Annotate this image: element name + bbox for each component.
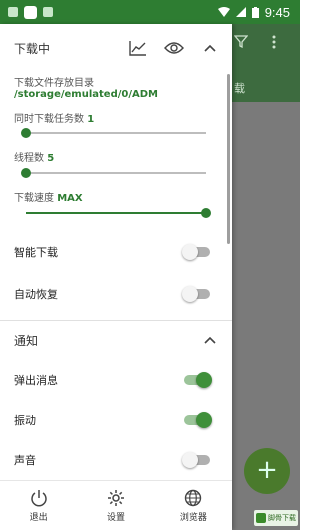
app-notification-icon: [24, 5, 37, 19]
auto-resume-switch[interactable]: [182, 286, 210, 302]
status-bar: 9:45: [0, 0, 300, 24]
download-section-header: 下载中: [0, 26, 232, 70]
scrollbar[interactable]: [227, 74, 230, 244]
concurrent-tasks-slider[interactable]: [21, 127, 206, 139]
slider-track: [26, 172, 206, 174]
auto-resume-label: 自动恢复: [14, 288, 58, 301]
watermark: 脚骨下载: [254, 510, 298, 526]
smart-download-label: 智能下载: [14, 246, 58, 259]
slider-track: [26, 132, 206, 134]
slider-fill: [26, 212, 206, 214]
storage-dir-label: 下载文件存放目录: [14, 78, 94, 89]
power-icon: [30, 489, 47, 506]
chevron-up-icon[interactable]: [200, 38, 220, 58]
signal-icon: [235, 7, 246, 17]
background-app: 载 + 脚骨下载: [232, 24, 300, 530]
vibrate-row[interactable]: 振动: [0, 398, 232, 442]
exit-label: 退出: [29, 512, 48, 523]
sound-label: 声音: [14, 454, 36, 467]
chevron-up-icon[interactable]: [200, 330, 220, 350]
vibrate-label: 振动: [14, 414, 36, 427]
vibrate-switch[interactable]: [184, 412, 212, 428]
background-tab-label: 载: [234, 82, 245, 95]
download-speed-label-text: 下载速度: [14, 193, 54, 204]
switch-thumb: [182, 452, 198, 468]
popup-message-row[interactable]: 弹出消息: [0, 358, 232, 402]
download-section-title: 下载中: [14, 41, 51, 56]
globe-icon: [185, 489, 202, 506]
threads-slider[interactable]: [21, 167, 206, 179]
add-fab-button: +: [244, 448, 290, 494]
eye-icon[interactable]: [164, 38, 184, 58]
background-header: 载: [232, 24, 300, 102]
slider-thumb[interactable]: [21, 168, 31, 178]
popup-message-switch[interactable]: [184, 372, 212, 388]
watermark-text: 脚骨下载: [268, 514, 296, 522]
smart-download-switch[interactable]: [182, 244, 210, 260]
slider-thumb[interactable]: [21, 128, 31, 138]
download-speed-slider[interactable]: [26, 207, 211, 219]
battery-icon: [251, 6, 259, 18]
threads-label: 线程数 5: [14, 149, 54, 164]
filter-icon: [233, 34, 249, 52]
threads-label-text: 线程数: [14, 153, 44, 164]
switch-thumb: [182, 244, 198, 260]
concurrent-tasks-label: 同时下载任务数 1: [14, 110, 94, 125]
bottom-nav: 退出 设置 浏览器: [0, 480, 232, 530]
concurrent-tasks-label-text: 同时下载任务数: [14, 114, 84, 125]
status-time: 9:45: [264, 4, 290, 20]
threads-value: 5: [47, 153, 55, 164]
gear-icon: [107, 489, 124, 506]
more-icon: [272, 34, 276, 53]
switch-thumb: [196, 372, 212, 388]
switch-thumb: [196, 412, 212, 428]
wifi-icon: [217, 7, 230, 17]
auto-resume-row[interactable]: 自动恢复: [0, 272, 232, 316]
exit-button[interactable]: 退出: [0, 481, 77, 530]
download-speed-value: MAX: [57, 193, 83, 204]
browser-button[interactable]: 浏览器: [155, 481, 232, 530]
chart-icon[interactable]: [128, 38, 148, 58]
settings-button[interactable]: 设置: [77, 481, 154, 530]
browser-label: 浏览器: [179, 512, 207, 523]
sound-row[interactable]: 声音: [0, 438, 232, 482]
watermark-logo-icon: [256, 513, 266, 523]
shield-icon: [43, 7, 53, 17]
concurrent-tasks-value: 1: [87, 114, 95, 125]
settings-drawer: 下载中 下载文件存放目录 /storage/emulated/0/ADM 同时下…: [0, 24, 232, 530]
download-speed-label: 下载速度 MAX: [14, 189, 83, 204]
notification-icon: [8, 7, 18, 17]
smart-download-row[interactable]: 智能下载: [0, 230, 232, 274]
notify-section-header[interactable]: 通知: [0, 318, 232, 362]
sound-switch[interactable]: [182, 452, 210, 468]
slider-thumb[interactable]: [201, 208, 211, 218]
popup-message-label: 弹出消息: [14, 374, 58, 387]
notify-section-title: 通知: [14, 333, 39, 348]
switch-thumb: [182, 286, 198, 302]
settings-label: 设置: [106, 512, 125, 523]
storage-dir-path[interactable]: /storage/emulated/0/ADM: [14, 89, 158, 100]
